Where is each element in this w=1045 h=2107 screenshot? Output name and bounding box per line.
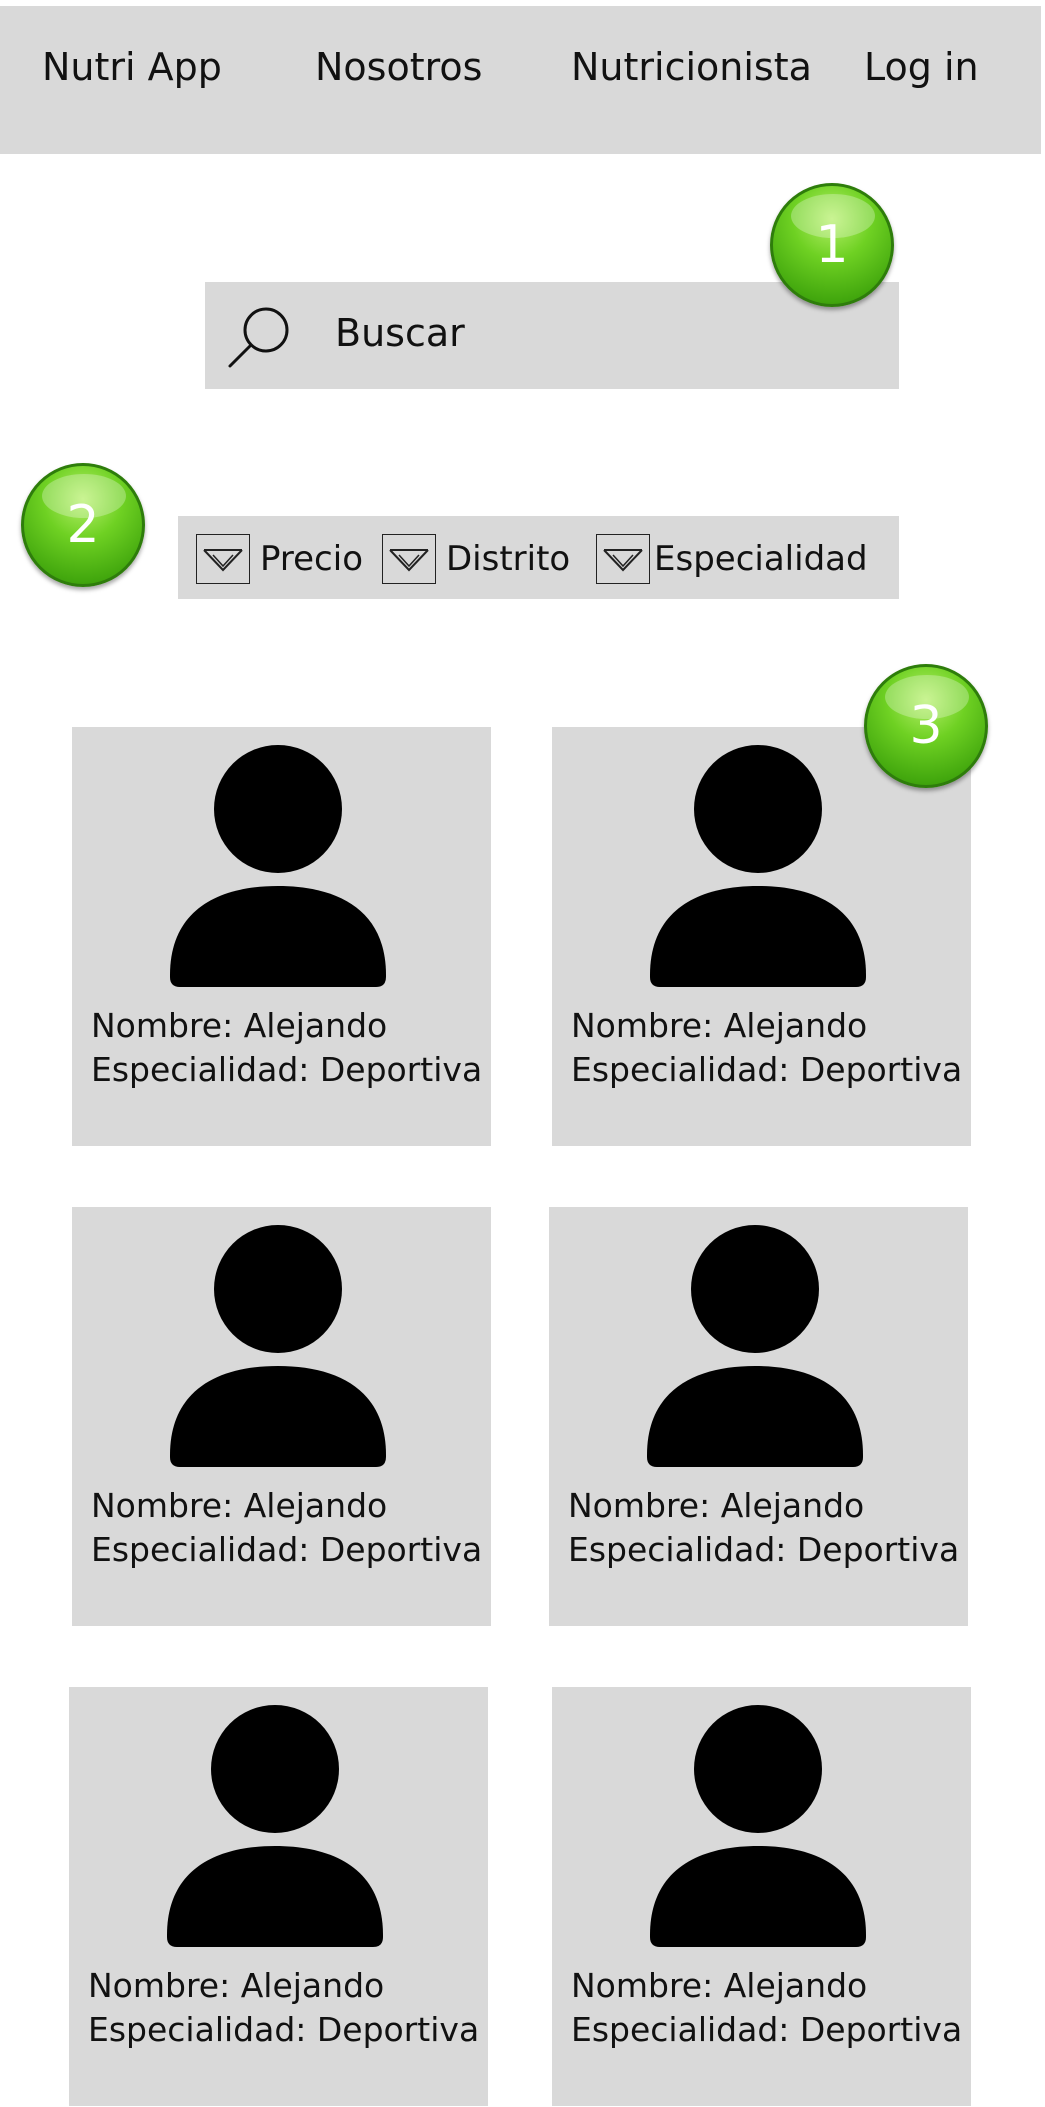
- card-name: Nombre: Alejando: [88, 1966, 385, 2005]
- nav-item-nosotros[interactable]: Nosotros: [315, 44, 482, 90]
- nutritionist-card[interactable]: Nombre: Alejando Especialidad: Deportiva: [552, 727, 971, 1146]
- filter-bar: Precio Distrito Especialidad: [178, 516, 899, 599]
- user-avatar-icon: [650, 745, 866, 987]
- filter-precio-label: Precio: [260, 538, 363, 579]
- card-specialty: Especialidad: Deportiva: [91, 1050, 483, 1089]
- user-avatar-icon: [167, 1705, 383, 1947]
- user-avatar-icon: [170, 745, 386, 987]
- card-name: Nombre: Alejando: [568, 1486, 865, 1525]
- nutritionist-card[interactable]: Nombre: Alejando Especialidad: Deportiva: [72, 727, 491, 1146]
- chevron-down-icon[interactable]: [382, 533, 436, 584]
- annotation-badge-3: 3: [864, 664, 988, 788]
- user-avatar-icon: [647, 1225, 863, 1467]
- brand-logo[interactable]: Nutri App: [42, 44, 222, 90]
- nav-item-nutricionista[interactable]: Nutricionista: [571, 44, 812, 90]
- card-name: Nombre: Alejando: [571, 1006, 868, 1045]
- search-bar[interactable]: Buscar: [205, 282, 899, 389]
- user-avatar-icon: [170, 1225, 386, 1467]
- badge-number: 1: [815, 215, 849, 275]
- badge-number: 2: [66, 495, 100, 555]
- annotation-badge-2: 2: [21, 463, 145, 587]
- nutritionist-card[interactable]: Nombre: Alejando Especialidad: Deportiva: [69, 1687, 488, 2106]
- card-name: Nombre: Alejando: [91, 1486, 388, 1525]
- card-specialty: Especialidad: Deportiva: [88, 2010, 480, 2049]
- card-specialty: Especialidad: Deportiva: [571, 2010, 963, 2049]
- search-icon: [225, 302, 295, 372]
- top-navbar: Nutri App Nosotros Nutricionista Log in: [0, 6, 1041, 154]
- filter-especialidad[interactable]: Especialidad: [596, 531, 868, 586]
- chevron-down-icon[interactable]: [596, 533, 650, 584]
- nutritionist-card[interactable]: Nombre: Alejando Especialidad: Deportiva: [552, 1687, 971, 2106]
- filter-especialidad-label: Especialidad: [654, 538, 868, 579]
- card-specialty: Especialidad: Deportiva: [568, 1530, 960, 1569]
- nav-item-login[interactable]: Log in: [864, 44, 979, 90]
- card-name: Nombre: Alejando: [571, 1966, 868, 2005]
- badge-number: 3: [909, 696, 943, 756]
- nutritionist-card[interactable]: Nombre: Alejando Especialidad: Deportiva: [549, 1207, 968, 1626]
- chevron-down-icon[interactable]: [196, 533, 250, 584]
- nutritionist-card[interactable]: Nombre: Alejando Especialidad: Deportiva: [72, 1207, 491, 1626]
- filter-distrito[interactable]: Distrito: [382, 531, 570, 586]
- annotation-badge-1: 1: [770, 183, 894, 307]
- card-specialty: Especialidad: Deportiva: [91, 1530, 483, 1569]
- search-input[interactable]: Buscar: [335, 310, 465, 356]
- filter-distrito-label: Distrito: [446, 538, 571, 579]
- card-name: Nombre: Alejando: [91, 1006, 388, 1045]
- filter-precio[interactable]: Precio: [196, 531, 363, 586]
- user-avatar-icon: [650, 1705, 866, 1947]
- card-specialty: Especialidad: Deportiva: [571, 1050, 963, 1089]
